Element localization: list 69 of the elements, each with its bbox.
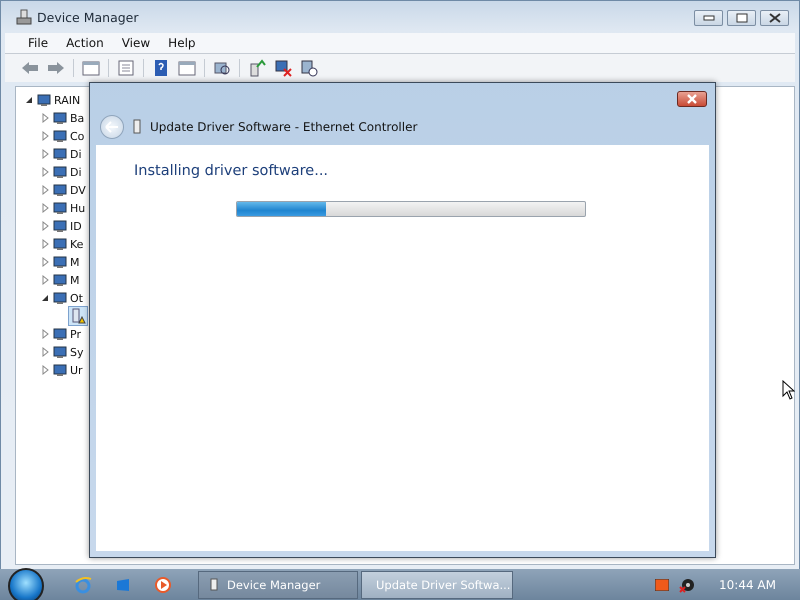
tree-item[interactable]: Ur <box>70 364 83 376</box>
tree-item[interactable]: Ke <box>70 238 84 250</box>
device-icon <box>52 200 68 216</box>
tree-item[interactable]: Ot <box>70 292 83 304</box>
expand-arrow-icon[interactable] <box>40 131 50 141</box>
device-icon <box>52 146 68 162</box>
tree-item[interactable]: Hu <box>70 202 86 214</box>
tree-item[interactable]: Sy <box>70 346 84 358</box>
device-icon <box>52 182 68 198</box>
expand-arrow-icon[interactable] <box>40 167 50 177</box>
collapse-arrow-icon[interactable] <box>40 293 50 303</box>
device-icon <box>52 128 68 144</box>
expand-arrow-icon[interactable] <box>40 203 50 213</box>
start-button[interactable] <box>8 568 44 600</box>
collapse-arrow-icon[interactable] <box>24 95 34 105</box>
tree-item[interactable]: RAIN <box>54 94 80 106</box>
dialog-title: Update Driver Software - Ethernet Controller <box>150 120 418 134</box>
minimize-icon <box>702 15 714 21</box>
device-icon <box>52 344 68 360</box>
expand-arrow-icon[interactable] <box>40 347 50 357</box>
device-icon <box>52 110 68 126</box>
browser-icon[interactable] <box>74 576 92 594</box>
expand-arrow-icon[interactable] <box>40 365 50 375</box>
expand-arrow-icon[interactable] <box>40 275 50 285</box>
device-manager-icon <box>15 8 33 26</box>
expand-arrow-icon[interactable] <box>40 221 50 231</box>
back-button[interactable] <box>100 115 124 139</box>
maximize-icon <box>736 13 748 23</box>
device-icon <box>52 164 68 180</box>
menu-item[interactable]: File <box>19 36 58 50</box>
back-arrow-icon <box>105 121 119 133</box>
status-heading: Installing driver software... <box>134 163 330 179</box>
menu-item[interactable]: View <box>112 36 160 50</box>
expand-arrow-icon[interactable] <box>40 329 50 339</box>
close-icon <box>768 13 780 23</box>
close-icon <box>686 94 698 104</box>
tree-item[interactable]: ID <box>70 220 82 232</box>
tree-item[interactable]: Pr <box>70 328 81 340</box>
close-button[interactable] <box>677 91 707 107</box>
expand-arrow-icon[interactable] <box>40 257 50 267</box>
media-player-icon[interactable] <box>154 576 172 594</box>
window-title: Device Manager <box>37 10 139 24</box>
device-icon <box>52 290 68 306</box>
device-icon <box>52 218 68 234</box>
tree-item[interactable]: Di <box>70 166 82 178</box>
device-icon <box>36 92 52 108</box>
tree-item[interactable]: M <box>70 256 80 268</box>
tree-item[interactable] <box>68 306 88 326</box>
tree-item[interactable]: Ba <box>70 112 84 124</box>
menu-item[interactable]: Help <box>159 36 205 50</box>
expand-arrow-icon[interactable] <box>40 239 50 249</box>
device-icon <box>52 236 68 252</box>
device-icon <box>52 362 68 378</box>
expand-arrow-icon[interactable] <box>40 113 50 123</box>
tree-item[interactable]: M <box>70 274 80 286</box>
minimize-button[interactable] <box>694 10 723 26</box>
expand-arrow-icon[interactable] <box>40 185 50 195</box>
tree-item[interactable]: Co <box>70 130 84 142</box>
device-icon <box>132 119 142 135</box>
menu-item[interactable]: Action <box>57 36 113 50</box>
speaker-muted-icon[interactable] <box>679 576 696 592</box>
tree-item[interactable]: DV <box>70 184 86 196</box>
close-button[interactable] <box>760 10 789 26</box>
maximize-button[interactable] <box>727 10 756 26</box>
device-icon <box>52 254 68 270</box>
tree-item[interactable]: Di <box>70 148 82 160</box>
expand-arrow-icon[interactable] <box>40 149 50 159</box>
device-icon <box>52 326 68 342</box>
device-icon <box>52 272 68 288</box>
